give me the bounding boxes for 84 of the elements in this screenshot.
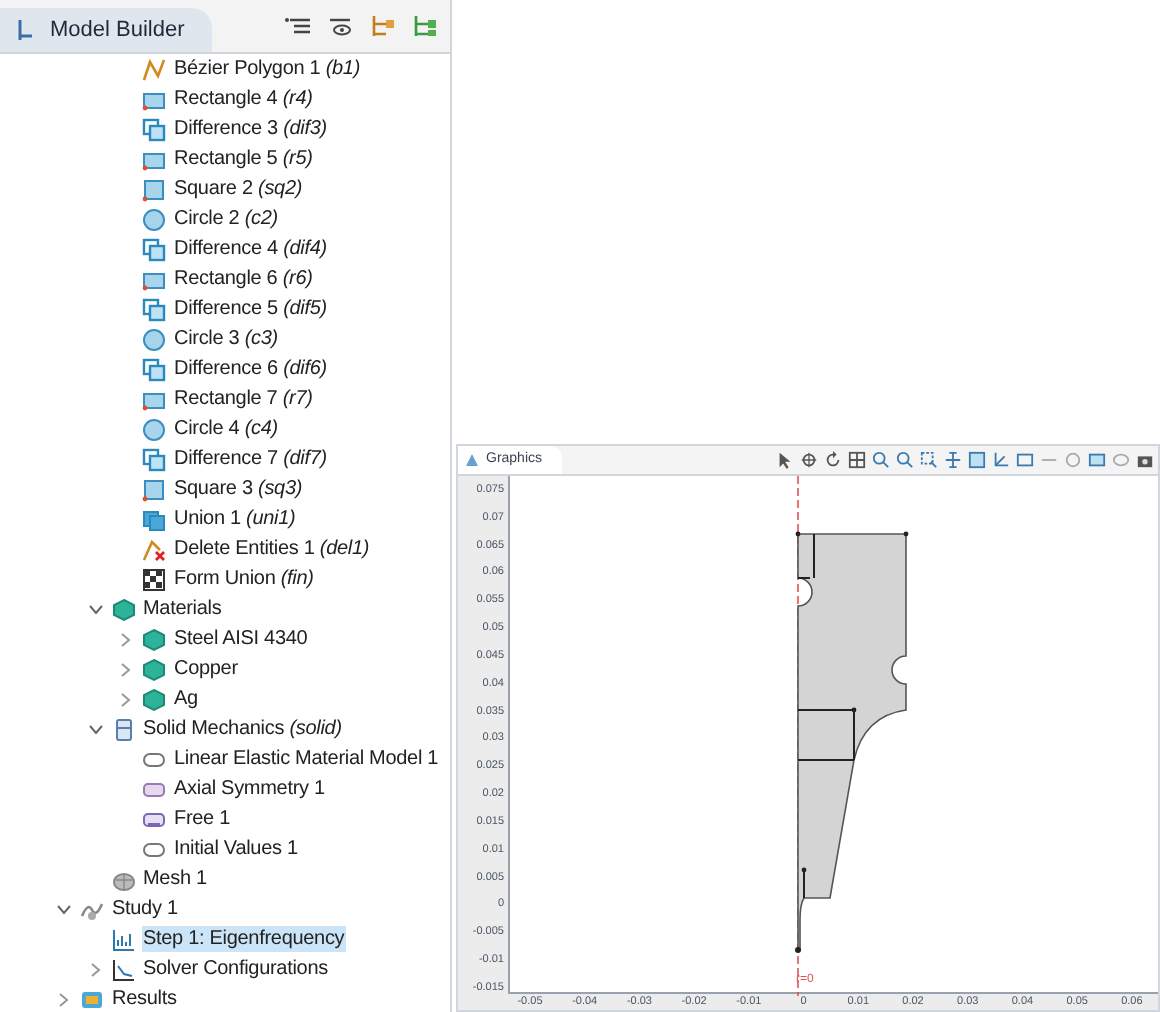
camera-icon[interactable] — [1136, 450, 1154, 470]
chevron-right-icon[interactable] — [120, 691, 132, 707]
overlapping-squares-icon — [142, 357, 166, 381]
circle-icon — [142, 207, 166, 231]
tree-item[interactable]: Difference 5 (dif5) — [172, 296, 329, 322]
tree-item[interactable]: Union 1 (uni1) — [172, 506, 298, 532]
axes-icon[interactable] — [992, 450, 1010, 470]
tree-item[interactable]: Axial Symmetry 1 — [172, 776, 327, 802]
zoom-out-icon[interactable] — [896, 450, 914, 470]
square-icon[interactable] — [1016, 450, 1034, 470]
zoom-box-icon[interactable] — [920, 450, 938, 470]
tree-item[interactable]: Solid Mechanics (solid) — [141, 716, 344, 742]
tree-item[interactable]: Rectangle 6 (r6) — [172, 266, 315, 292]
chart-icon — [111, 957, 135, 981]
tree-item[interactable]: Steel AISI 4340 — [172, 626, 310, 652]
chevron-down-icon[interactable] — [87, 723, 103, 735]
tree-item[interactable]: Mesh 1 — [141, 866, 209, 892]
tree-item[interactable]: Linear Elastic Material Model 1 — [172, 746, 441, 772]
panel-title: Model Builder — [50, 15, 185, 46]
tree-item[interactable]: Step 1: Eigenfrequency — [141, 926, 347, 952]
mesh-icon — [111, 867, 135, 891]
square-icon — [142, 177, 166, 201]
overlapping-squares-icon — [142, 507, 166, 531]
circle-icon — [142, 417, 166, 441]
expand-tree-icon[interactable] — [410, 14, 438, 38]
tree-item[interactable]: Circle 3 (c3) — [172, 326, 280, 352]
monitor-icon — [80, 987, 104, 1011]
rounded-rectangle-icon — [142, 837, 166, 861]
tree-item[interactable]: Circle 2 (c2) — [172, 206, 280, 232]
overlapping-squares-icon — [142, 297, 166, 321]
tree-item[interactable]: Difference 7 (dif7) — [172, 446, 329, 472]
rectangle-icon — [142, 387, 166, 411]
circle-icon — [142, 327, 166, 351]
square-icon — [142, 477, 166, 501]
tree-item[interactable]: Initial Values 1 — [172, 836, 300, 862]
tree-item[interactable]: Free 1 — [172, 806, 233, 832]
rectangle-icon — [142, 267, 166, 291]
chevron-right-icon[interactable] — [120, 661, 132, 677]
tree-item[interactable]: Rectangle 7 (r7) — [172, 386, 315, 412]
overlapping-squares-icon — [142, 117, 166, 141]
chevron-right-icon[interactable] — [89, 961, 101, 977]
rounded-rectangle-icon — [142, 747, 166, 771]
delete-icon — [142, 537, 166, 561]
tree-item[interactable]: Circle 4 (c4) — [172, 416, 280, 442]
rectangle-icon — [142, 87, 166, 111]
chevron-right-icon[interactable] — [58, 991, 70, 1007]
rounded-rectangle-icon — [142, 777, 166, 801]
eye-icon[interactable] — [326, 14, 354, 38]
tree-item[interactable]: Ag — [172, 686, 200, 712]
circle-icon[interactable] — [1064, 450, 1082, 470]
tree-item[interactable]: Form Union (fin) — [172, 566, 316, 592]
tree-item[interactable]: Difference 3 (dif3) — [172, 116, 329, 142]
curve-icon — [142, 57, 166, 81]
panel-tab[interactable]: Model Builder — [0, 8, 213, 52]
rectangle-icon[interactable] — [1088, 450, 1106, 470]
rounded-rectangle-icon — [142, 807, 166, 831]
tree-item[interactable]: Materials — [141, 596, 224, 622]
rectangle-icon — [142, 147, 166, 171]
zoom-in-icon[interactable] — [872, 450, 890, 470]
chevron-down-icon[interactable] — [56, 903, 72, 915]
chevron-down-icon[interactable] — [87, 603, 103, 615]
collapse-tree-icon[interactable] — [368, 14, 396, 38]
tree-item[interactable]: Square 3 (sq3) — [172, 476, 305, 502]
tree-item[interactable]: Rectangle 4 (r4) — [172, 86, 315, 112]
tree-item[interactable]: Results — [110, 986, 179, 1012]
tree-item[interactable]: Delete Entities 1 (del1) — [172, 536, 372, 562]
tree-item[interactable]: Bézier Polygon 1 (b1) — [172, 56, 363, 82]
chevron-right-icon[interactable] — [120, 631, 132, 647]
tree-item[interactable]: Difference 4 (dif4) — [172, 236, 329, 262]
rotate-icon[interactable] — [824, 450, 842, 470]
overlapping-squares-icon — [142, 237, 166, 261]
tree-item[interactable]: Square 2 (sq2) — [172, 176, 305, 202]
chart-icon — [111, 927, 135, 951]
tree-item[interactable]: Rectangle 5 (r5) — [172, 146, 315, 172]
select-icon[interactable] — [800, 450, 818, 470]
tree-item[interactable]: Difference 6 (dif6) — [172, 356, 329, 382]
grid-icon[interactable] — [848, 450, 866, 470]
checkered-icon — [142, 567, 166, 591]
list-icon[interactable] — [284, 14, 312, 38]
tree-item[interactable]: Copper — [172, 656, 240, 682]
arrow-icon[interactable] — [776, 450, 794, 470]
tree-item[interactable]: Solver Configurations — [141, 956, 330, 982]
tree-item[interactable]: Study 1 — [110, 896, 180, 922]
overlapping-squares-icon — [142, 447, 166, 471]
